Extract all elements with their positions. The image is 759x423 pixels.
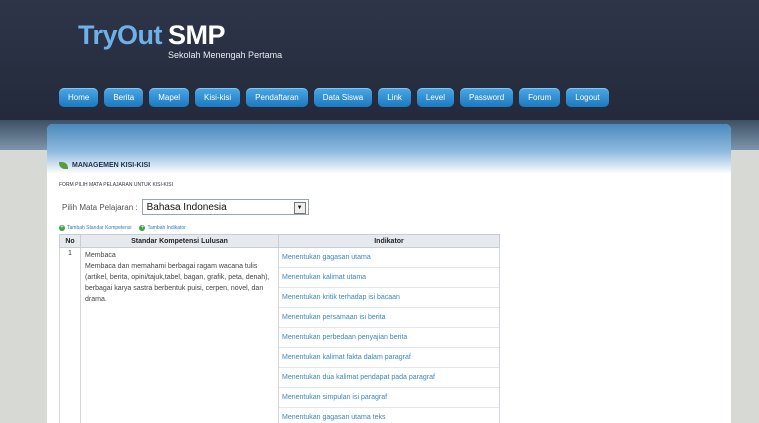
- action-links: + Tambah Standar Kompetensi + Tambah Ind…: [59, 225, 186, 231]
- form-caption: FORM PILIH MATA PELAJARAN UNTUK KISI-KIS…: [59, 182, 174, 188]
- indikator-item[interactable]: Menentukan kalimat fakta dalam paragraf: [279, 348, 499, 368]
- nav-link[interactable]: Link: [378, 88, 411, 107]
- logo-subtitle: Sekolah Menengah Pertama: [168, 50, 283, 60]
- indikator-item[interactable]: Menentukan kritik terhadap isi bacaan: [279, 288, 499, 308]
- chevron-down-icon[interactable]: ▼: [293, 202, 306, 214]
- indikator-item[interactable]: Menentukan kalimat utama: [279, 268, 499, 288]
- nav-mapel[interactable]: Mapel: [149, 88, 190, 107]
- leaf-icon: [59, 162, 68, 169]
- main-nav: Home Berita Mapel Kisi-kisi Pendaftaran …: [59, 88, 609, 107]
- sk-title: Membaca: [85, 252, 116, 259]
- sk-description: Membaca dan memahami berbagai ragam waca…: [85, 263, 270, 303]
- row-standar-kompetensi: Membaca Membaca dan memahami berbagai ra…: [80, 247, 279, 423]
- subject-picker: Pilih Mata Pelajaran : Bahasa Indonesia …: [62, 199, 309, 215]
- indikator-item[interactable]: Menentukan dua kalimat pendapat pada par…: [279, 368, 499, 388]
- header-standar-kompetensi: Standar Kompetensi Lulusan: [80, 234, 279, 248]
- subject-select[interactable]: Bahasa Indonesia ▼: [141, 199, 309, 215]
- nav-kisi-kisi[interactable]: Kisi-kisi: [195, 88, 241, 107]
- header-indikator: Indikator: [278, 234, 500, 248]
- nav-home[interactable]: Home: [59, 88, 99, 107]
- indikator-item[interactable]: Menentukan gagasan utama teks: [279, 408, 499, 423]
- nav-data-siswa[interactable]: Data Siswa: [313, 88, 373, 107]
- site-header: TryOut SMP Sekolah Menengah Pertama Home …: [0, 0, 759, 120]
- row-no: 1: [59, 247, 81, 423]
- indikator-item[interactable]: Menentukan perbedaan penyajian berita: [279, 328, 499, 348]
- nav-level[interactable]: Level: [416, 88, 455, 107]
- site-logo[interactable]: TryOut SMP Sekolah Menengah Pertama: [78, 20, 282, 60]
- subject-selected-value: Bahasa Indonesia: [146, 202, 227, 213]
- nav-pendaftaran[interactable]: Pendaftaran: [246, 88, 308, 107]
- table-header-row: No Standar Kompetensi Lulusan Indikator: [59, 234, 500, 248]
- indikator-item[interactable]: Menentukan gagasan utama: [279, 248, 499, 268]
- add-sk-label: Tambah Standar Kompetensi: [67, 225, 132, 231]
- section-title: MANAGEMEN KISI-KISI: [59, 162, 150, 169]
- logo-brand-right: SMP: [168, 20, 226, 50]
- kisi-kisi-table: No Standar Kompetensi Lulusan Indikator …: [59, 234, 500, 423]
- nav-berita[interactable]: Berita: [104, 88, 144, 107]
- subject-label: Pilih Mata Pelajaran :: [62, 202, 138, 212]
- indikator-item[interactable]: Menentukan persamaan isi berita: [279, 308, 499, 328]
- row-indikator-list: Menentukan gagasan utama Menentukan kali…: [278, 247, 500, 423]
- add-icon: +: [139, 225, 146, 231]
- section-title-text: MANAGEMEN KISI-KISI: [72, 162, 151, 169]
- nav-logout[interactable]: Logout: [566, 88, 609, 107]
- nav-password[interactable]: Password: [460, 88, 514, 107]
- nav-forum[interactable]: Forum: [519, 88, 561, 107]
- add-indikator-label: Tambah Indikator: [147, 225, 186, 231]
- add-icon: +: [59, 225, 65, 231]
- indikator-item[interactable]: Menentukan simpulan isi paragraf: [279, 388, 499, 408]
- table-row: 1 Membaca Membaca dan memahami berbagai …: [59, 247, 500, 423]
- content-panel: MANAGEMEN KISI-KISI FORM PILIH MATA PELA…: [47, 124, 731, 423]
- add-indikator-link[interactable]: + Tambah Indikator: [139, 225, 186, 231]
- header-no: No: [59, 234, 81, 248]
- add-standar-kompetensi-link[interactable]: + Tambah Standar Kompetensi: [59, 225, 131, 231]
- logo-brand-left: TryOut: [78, 20, 163, 50]
